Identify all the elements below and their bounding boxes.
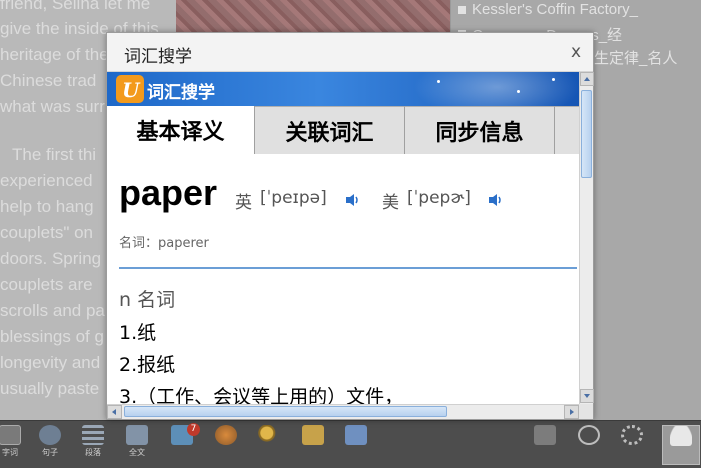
search-button[interactable] bbox=[253, 425, 285, 465]
vocabulary-popup: 词汇搜学 x U 词汇搜学 基本译义 关联词汇 同步信息 paper 英 [ˈp… bbox=[106, 32, 594, 420]
sentence-mode-button[interactable]: 句子 bbox=[34, 425, 66, 465]
text-icon bbox=[0, 425, 21, 445]
article-line: what was surr bbox=[0, 97, 105, 116]
app-logo-icon: U bbox=[116, 75, 144, 103]
article-line: friend, Selina let me bbox=[0, 0, 151, 13]
article-line: scrolls and pa bbox=[0, 301, 105, 320]
bookmark-button[interactable] bbox=[529, 425, 561, 465]
vertical-scroll-thumb[interactable] bbox=[581, 90, 592, 178]
popup-title: 词汇搜学 bbox=[124, 47, 192, 67]
globe-icon bbox=[215, 425, 237, 445]
sparkle bbox=[552, 78, 555, 81]
zoom-button[interactable] bbox=[573, 425, 605, 465]
chevron-up-icon bbox=[584, 77, 590, 81]
definition-item: 1.纸 bbox=[119, 322, 157, 344]
fulltext-icon bbox=[126, 425, 148, 445]
font-size-icon bbox=[302, 425, 324, 445]
fulltext-mode-button[interactable]: 全文 bbox=[121, 425, 153, 465]
user-icon bbox=[670, 426, 692, 446]
scroll-right-button[interactable] bbox=[564, 405, 579, 419]
section-divider bbox=[119, 267, 577, 269]
definition-item: 2.报纸 bbox=[119, 354, 176, 376]
tab-basic-meaning[interactable]: 基本译义 bbox=[107, 106, 255, 154]
globe-button[interactable] bbox=[210, 425, 242, 465]
tab-bar: 基本译义 关联词汇 同步信息 bbox=[107, 106, 579, 154]
bookmark-icon bbox=[534, 425, 556, 445]
bottom-toolbar: 字词 句子 段落 全文 7 bbox=[0, 420, 701, 468]
article-line: couplets are bbox=[0, 275, 93, 294]
popup-titlebar[interactable]: 词汇搜学 x bbox=[107, 33, 593, 72]
article-line: couplets" on bbox=[0, 223, 93, 242]
scrollbar-corner bbox=[579, 404, 593, 419]
gear-icon bbox=[621, 425, 643, 445]
related-link[interactable]: 生定律_名人 bbox=[594, 47, 677, 68]
chevron-down-icon bbox=[584, 394, 590, 398]
entry-content: paper 英 [ˈpeɪpə] 美 [ˈpepɚ] 名词：paperer n … bbox=[107, 154, 577, 404]
notification-badge: 7 bbox=[187, 423, 200, 436]
uk-phonetic: [ˈpeɪpə] bbox=[260, 188, 327, 208]
vertical-scrollbar[interactable] bbox=[579, 72, 594, 404]
user-button[interactable] bbox=[662, 425, 700, 465]
chevron-left-icon bbox=[112, 409, 116, 415]
article-line: heritage of the bbox=[0, 45, 109, 64]
scroll-down-button[interactable] bbox=[580, 389, 594, 403]
tab-related-words[interactable]: 关联词汇 bbox=[255, 106, 405, 154]
banner-title: 词汇搜学 bbox=[147, 83, 215, 103]
article-line: usually paste bbox=[0, 379, 100, 398]
uk-speaker-icon[interactable] bbox=[345, 193, 361, 207]
speech-bubble-icon bbox=[39, 425, 61, 445]
font-size-button[interactable] bbox=[297, 425, 329, 465]
scroll-up-button[interactable] bbox=[580, 72, 594, 86]
definition-item: 3.（工作、会议等上用的）文件， bbox=[119, 386, 404, 404]
us-speaker-icon[interactable] bbox=[488, 193, 504, 207]
related-link[interactable]: Kessler's Coffin Factory_ bbox=[472, 1, 638, 18]
paragraph-mode-button[interactable]: 段落 bbox=[77, 425, 109, 465]
tab-overflow[interactable] bbox=[555, 106, 579, 154]
article-line: longevity and bbox=[0, 353, 101, 372]
us-phonetic: [ˈpepɚ] bbox=[407, 188, 471, 208]
scroll-left-button[interactable] bbox=[107, 405, 122, 419]
headword: paper bbox=[119, 172, 218, 213]
article-line: blessings of g bbox=[0, 327, 104, 346]
close-button[interactable]: x bbox=[565, 40, 587, 64]
speaker-icon bbox=[345, 425, 367, 445]
part-of-speech: n 名词 bbox=[119, 289, 176, 311]
zoom-icon bbox=[578, 425, 600, 445]
uk-label: 英 bbox=[235, 193, 252, 213]
article-line: Chinese trad bbox=[0, 71, 97, 90]
us-label: 美 bbox=[382, 193, 399, 213]
gift-button[interactable]: 7 bbox=[166, 423, 200, 465]
popup-banner: U 词汇搜学 bbox=[107, 72, 579, 106]
horizontal-scroll-thumb[interactable] bbox=[124, 406, 447, 417]
inflection: 名词：paperer bbox=[119, 236, 209, 251]
word-mode-button[interactable]: 字词 bbox=[0, 425, 26, 465]
settings-button[interactable] bbox=[616, 425, 648, 465]
sparkle bbox=[517, 90, 520, 93]
magnifier-icon bbox=[258, 425, 280, 445]
list-icon bbox=[82, 425, 104, 445]
bullet-icon bbox=[458, 6, 466, 14]
chevron-right-icon bbox=[570, 409, 574, 415]
article-line: experienced bbox=[0, 171, 93, 190]
article-line: help to hang bbox=[0, 197, 94, 216]
article-line: doors. Spring bbox=[0, 249, 102, 268]
article-line: The first thi bbox=[12, 145, 97, 164]
article-photo bbox=[176, 0, 450, 32]
horizontal-scrollbar[interactable] bbox=[107, 404, 579, 419]
tab-sync-info[interactable]: 同步信息 bbox=[405, 106, 555, 154]
speaker-button[interactable] bbox=[340, 425, 372, 465]
sparkle bbox=[437, 80, 440, 83]
